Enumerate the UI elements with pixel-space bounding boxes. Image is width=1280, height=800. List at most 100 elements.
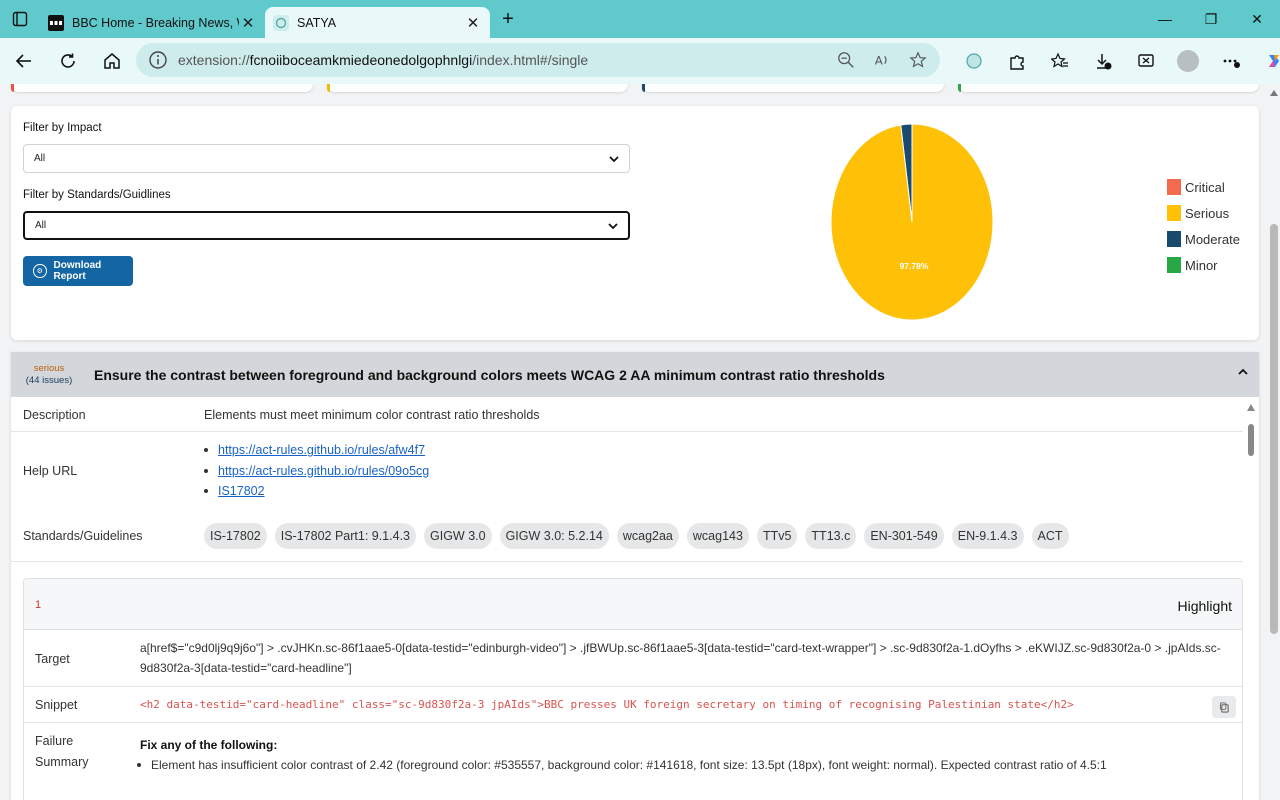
copilot-icon[interactable] [1252, 41, 1280, 81]
download-report-icon: ⚙ [33, 264, 47, 278]
scroll-thumb[interactable] [1248, 424, 1254, 456]
downloads-icon[interactable] [1081, 41, 1124, 81]
help-url-item: IS17802 [204, 481, 429, 502]
standard-chip: EN-9.1.4.3 [951, 523, 1024, 549]
rule-accordion-header[interactable]: serious (44 issues) Ensure the contrast … [11, 352, 1259, 397]
chevron-down-icon [609, 155, 619, 162]
url-text[interactable]: extension://fcnoiiboceamkmiedeonedolgoph… [178, 52, 836, 68]
moderate-summary-card [642, 84, 944, 92]
rule-description-row: Description Elements must meet minimum c… [11, 397, 1243, 432]
failure-summary-row: Failure Summary Fix any of the following… [24, 723, 1242, 783]
legend-item-critical[interactable]: Critical [1167, 174, 1240, 200]
page-scrollbar[interactable] [1268, 84, 1280, 800]
help-url-link[interactable]: https://act-rules.github.io/rules/afw4f7 [218, 443, 425, 457]
back-button[interactable] [4, 41, 44, 81]
tab-close-icon[interactable]: ✕ [239, 14, 257, 32]
address-bar[interactable]: extension://fcnoiiboceamkmiedeonedolgoph… [136, 43, 940, 77]
impact-filter-label: Filter by Impact [23, 122, 102, 134]
profile-avatar[interactable] [1177, 50, 1199, 72]
standards-label: Standards/Guidelines [23, 529, 143, 543]
issue-node-header: 1 Highlight [24, 579, 1242, 630]
legend-label-minor: Minor [1185, 257, 1218, 273]
rule-inner-scrollbar[interactable] [1247, 404, 1255, 564]
favorites-icon[interactable] [1038, 41, 1081, 81]
tab-title: BBC Home - Breaking News, World [72, 15, 239, 30]
standard-chip: wcag143 [686, 523, 749, 549]
filter-card: Filter by Impact All Filter by Standards… [11, 106, 1259, 340]
scroll-up-arrow-icon[interactable] [1247, 404, 1255, 411]
impact-filter-value: All [34, 153, 46, 164]
impact-pie-chart: 97.78% [830, 123, 994, 321]
window-controls: — ❐ ✕ [1142, 0, 1280, 38]
minimize-icon[interactable]: — [1142, 0, 1188, 38]
pie-slice-label: 97.78% [900, 261, 929, 271]
legend-swatch-critical [1167, 179, 1181, 195]
legend-label-moderate: Moderate [1185, 231, 1240, 247]
impact-filter-select[interactable]: All [23, 144, 630, 173]
standards-filter-select[interactable]: All [23, 211, 630, 240]
serious-summary-card [326, 84, 628, 92]
rule-accordion: serious (44 issues) Ensure the contrast … [11, 352, 1259, 800]
legend-label-critical: Critical [1185, 179, 1225, 195]
restore-icon[interactable]: ❐ [1188, 0, 1234, 38]
failure-heading: Fix any of the following: [140, 738, 278, 752]
failure-item-text: Element has insufficient color contrast … [151, 758, 1107, 772]
home-button[interactable] [92, 41, 132, 81]
legend-item-serious[interactable]: Serious [1167, 200, 1240, 226]
tab-satya[interactable]: SATYA ✕ [265, 7, 490, 38]
standard-chip: TTv5 [756, 523, 798, 549]
target-row: Target a[href$="c9d0lj9q9j6o"] > .cvJHKn… [24, 631, 1242, 687]
chevron-up-icon[interactable] [1237, 366, 1249, 378]
screenshot-icon[interactable] [1124, 41, 1167, 81]
copy-snippet-button[interactable] [1212, 696, 1236, 718]
chevron-down-icon [608, 222, 618, 229]
settings-more-icon[interactable] [1209, 41, 1252, 81]
standard-chip: ACT [1031, 523, 1069, 549]
help-url-link[interactable]: https://act-rules.github.io/rules/09o5cg [218, 464, 429, 478]
legend-item-moderate[interactable]: Moderate [1167, 226, 1240, 252]
home-icon [104, 53, 120, 69]
help-url-link[interactable]: IS17802 [218, 484, 265, 498]
tab-actions-button[interactable] [0, 0, 40, 38]
pie-slice-serious[interactable] [830, 123, 994, 321]
bbc-favicon-icon [48, 14, 64, 31]
rule-issue-count: (44 issues) [25, 374, 73, 386]
issue-node-card: 1 Highlight Target a[href$="c9d0lj9q9j6o… [23, 578, 1243, 800]
extensions-puzzle-icon[interactable] [995, 41, 1038, 81]
scroll-up-arrow-icon[interactable] [1270, 90, 1278, 96]
standard-chip: EN-301-549 [864, 523, 944, 549]
rule-title: Ensure the contrast between foreground a… [94, 366, 885, 383]
new-tab-button[interactable]: + [490, 0, 526, 38]
read-aloud-icon[interactable]: A [872, 50, 892, 70]
favorite-star-icon[interactable] [908, 50, 928, 70]
zoom-icon[interactable] [836, 50, 856, 70]
rule-impact-level: serious [33, 362, 65, 374]
failure-summary-content: Fix any of the following: Element has in… [140, 735, 1240, 775]
download-report-button[interactable]: ⚙ Download Report [23, 256, 133, 286]
help-url-item: https://act-rules.github.io/rules/09o5cg [204, 461, 429, 482]
legend-label-serious: Serious [1185, 205, 1230, 221]
tab-strip: BBC Home - Breaking News, World ✕ SATYA … [0, 0, 1280, 38]
failure-label-line1: Failure [35, 734, 74, 748]
svg-text:A: A [875, 54, 883, 68]
tab-close-icon[interactable]: ✕ [464, 14, 482, 32]
browser-toolbar: extension://fcnoiiboceamkmiedeonedolgoph… [0, 38, 1280, 84]
standard-chip: GIGW 3.0 [424, 523, 492, 549]
highlight-button[interactable]: Highlight [1178, 598, 1232, 614]
copy-icon [1219, 701, 1229, 713]
failure-item: Element has insufficient color contrast … [137, 755, 1240, 775]
standards-filter-value: All [35, 220, 47, 231]
refresh-button[interactable] [48, 41, 88, 81]
site-info-icon[interactable] [148, 50, 168, 70]
scroll-thumb[interactable] [1270, 224, 1278, 634]
standard-chip: IS-17802 [204, 523, 267, 549]
help-url-list: https://act-rules.github.io/rules/afw4f7… [204, 440, 429, 502]
close-window-icon[interactable]: ✕ [1234, 0, 1280, 38]
help-url-label: Help URL [23, 464, 78, 478]
tab-bbc[interactable]: BBC Home - Breaking News, World ✕ [40, 7, 265, 38]
standard-chip: IS-17802 Part1: 9.1.4.3 [274, 523, 416, 549]
legend-item-minor[interactable]: Minor [1167, 252, 1240, 278]
extension-satya-icon[interactable] [952, 41, 995, 81]
minor-summary-card [957, 84, 1259, 92]
snippet-code: <h2 data-testid="card-headline" class="s… [140, 698, 1074, 711]
